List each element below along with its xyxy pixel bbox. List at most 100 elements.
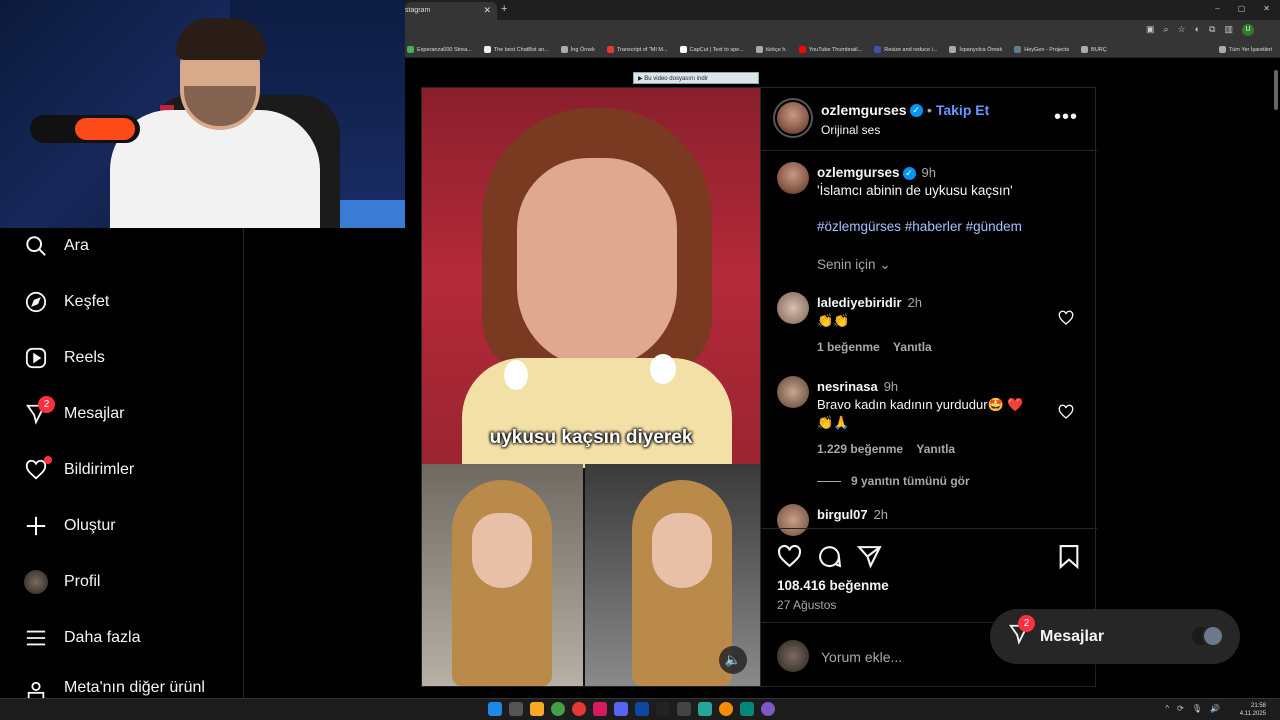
comment-username[interactable]: birgul07 <box>817 507 868 522</box>
comment-avatar[interactable] <box>777 376 809 408</box>
sidebar-item-explore[interactable]: Keşfet <box>24 287 109 317</box>
new-tab-icon[interactable]: + <box>501 3 507 15</box>
comment-avatar[interactable] <box>777 504 809 536</box>
capcut-icon[interactable] <box>677 702 691 716</box>
sync-icon[interactable]: ⟳ <box>1177 704 1184 713</box>
browser-tab[interactable]: stagram ✕ <box>405 2 497 20</box>
reel-video[interactable]: uykusu kaçsın diyerek 🔈 <box>422 88 760 686</box>
bookmark-item[interactable]: HeyGen - Projects <box>1014 46 1069 53</box>
likes-count[interactable]: 108.416 beğenme <box>777 578 889 593</box>
video-download-bar[interactable]: ▶ Bu video dosyasını indir <box>633 72 759 84</box>
opera-icon[interactable] <box>572 702 586 716</box>
bookmark-item[interactable]: CapCut | Text to spe... <box>679 46 744 53</box>
divider <box>761 150 1097 151</box>
close-tab-icon[interactable]: ✕ <box>483 5 491 16</box>
save-icon[interactable] <box>1058 544 1080 574</box>
sidebar-item-reels[interactable]: Reels <box>24 343 105 373</box>
messages-badge: 2 <box>38 396 55 413</box>
more-options-icon[interactable]: ••• <box>1054 106 1078 129</box>
comment-time: 2h <box>907 295 923 310</box>
bookmark-item[interactable]: The best ChatBot an... <box>483 46 549 53</box>
chrome-icon[interactable] <box>551 702 565 716</box>
blue-light <box>340 200 405 228</box>
bookmark-item[interactable]: Resize and reduce i... <box>874 46 937 53</box>
chevron-up-icon[interactable]: ^ <box>1165 704 1169 713</box>
extensions-puzzle-icon[interactable]: ⧉ <box>1209 24 1215 36</box>
avatar <box>1202 625 1224 647</box>
bookmark-star-icon[interactable]: ☆ <box>1178 24 1186 36</box>
caption-username[interactable]: ozlemgurses <box>817 165 900 180</box>
caption-hashtags[interactable]: #özlemgürses #haberler #gündem <box>817 218 1077 236</box>
for-you-dropdown[interactable]: Senin için ⌄ <box>817 257 891 273</box>
sidebar-item-messages[interactable]: 2 Mesajlar <box>24 396 124 429</box>
like-icon[interactable] <box>777 544 802 574</box>
chevron-down-icon: ⌄ <box>879 257 891 272</box>
bookmark-item[interactable]: YouTube Thumbnail... <box>798 46 862 53</box>
sidebar-item-profile[interactable]: Profil <box>24 567 100 597</box>
share-icon[interactable] <box>856 544 882 574</box>
view-replies-link[interactable]: 9 yanıtın tümünü gör <box>817 474 970 488</box>
speaker-icon[interactable]: 🔊 <box>1210 704 1220 713</box>
app-icon[interactable] <box>698 702 712 716</box>
sidebar-item-create[interactable]: Oluştur <box>24 511 116 541</box>
extension-icon[interactable]: ◐ <box>1195 24 1200 36</box>
messages-pill[interactable]: 2 Mesajlar <box>990 609 1240 664</box>
start-icon[interactable] <box>488 702 502 716</box>
bookmark-folder[interactable]: türkçe h. <box>755 46 787 53</box>
all-bookmarks-folder[interactable]: Tüm Yer İşaretleri <box>1218 46 1272 53</box>
caption-avatar[interactable] <box>777 162 809 194</box>
discord-icon[interactable] <box>614 702 628 716</box>
close-window-button[interactable]: ✕ <box>1263 4 1270 13</box>
chrome-icon[interactable] <box>719 702 733 716</box>
comment-input[interactable]: Yorum ekle... <box>821 649 902 665</box>
app-icon[interactable] <box>761 702 775 716</box>
comment-likes[interactable]: 1.229 beğenme <box>817 442 903 456</box>
photoshop-icon[interactable] <box>635 702 649 716</box>
tab-title: stagram <box>405 7 431 14</box>
author-avatar[interactable] <box>773 98 813 138</box>
minimize-button[interactable]: – <box>1215 4 1219 13</box>
zoom-icon[interactable]: ⌕ <box>1163 24 1168 36</box>
sidebar-item-meta[interactable]: Meta'nın diğer ürünl <box>24 679 205 698</box>
sidebar-item-search[interactable]: Ara <box>24 231 89 261</box>
comment-username[interactable]: nesrinasa <box>817 379 878 394</box>
tiktok-icon[interactable] <box>656 702 670 716</box>
file-explorer-icon[interactable] <box>530 702 544 716</box>
comment-meta: 1 beğenme Yanıtla <box>817 338 1047 356</box>
edge-icon[interactable] <box>740 702 754 716</box>
comment-likes[interactable]: 1 beğenme <box>817 340 880 354</box>
maximize-button[interactable]: ▢ <box>1238 4 1246 13</box>
comment-icon[interactable] <box>817 544 842 574</box>
follow-button[interactable]: Takip Et <box>936 102 989 118</box>
comment-avatar[interactable] <box>777 292 809 324</box>
search-icon[interactable] <box>509 702 523 716</box>
mute-toggle-icon[interactable]: 🔈 <box>719 646 747 674</box>
sidebar-item-notifications[interactable]: Bildirimler <box>24 455 134 485</box>
instagram-sidebar: Ara Keşfet Reels 2 Mesajlar Bildirimler … <box>0 228 244 698</box>
bookmarks-bar: Esperanza000 Strea... The best ChatBot a… <box>405 42 1280 58</box>
instagram-icon[interactable] <box>593 702 607 716</box>
avatar <box>24 570 48 594</box>
audio-label[interactable]: Orijinal ses <box>821 123 989 137</box>
bookmark-item[interactable]: Transcript of "MI M... <box>606 46 668 53</box>
bookmark-folder[interactable]: BURÇ <box>1081 46 1107 53</box>
sidebar-item-label: Daha fazla <box>64 629 141 646</box>
reply-button[interactable]: Yanıtla <box>916 442 955 456</box>
comment-like-icon[interactable] <box>1058 404 1074 425</box>
compass-icon <box>24 290 48 314</box>
side-panel-icon[interactable]: ▥ <box>1224 24 1233 36</box>
clock[interactable]: 21:58 4.11.2025 <box>1240 702 1266 718</box>
page-scrollbar[interactable] <box>1272 60 1280 698</box>
comment-like-icon[interactable] <box>1058 310 1074 331</box>
profile-avatar-icon[interactable]: U <box>1242 24 1254 36</box>
author-username[interactable]: ozlemgurses <box>821 102 907 118</box>
bookmark-folder[interactable]: İspanyolca Örnek <box>949 46 1002 53</box>
person-hair <box>176 18 266 60</box>
mic-icon[interactable]: 🎙 <box>1192 704 1202 713</box>
sidebar-item-more[interactable]: Daha fazla <box>24 623 141 653</box>
bookmark-item[interactable]: Esperanza000 Strea... <box>407 46 472 53</box>
reply-button[interactable]: Yanıtla <box>893 340 932 354</box>
comment-username[interactable]: lalediyebiridir <box>817 295 902 310</box>
bookmark-folder[interactable]: İng Örnek <box>560 46 595 53</box>
cast-icon[interactable]: ▣ <box>1146 24 1155 36</box>
